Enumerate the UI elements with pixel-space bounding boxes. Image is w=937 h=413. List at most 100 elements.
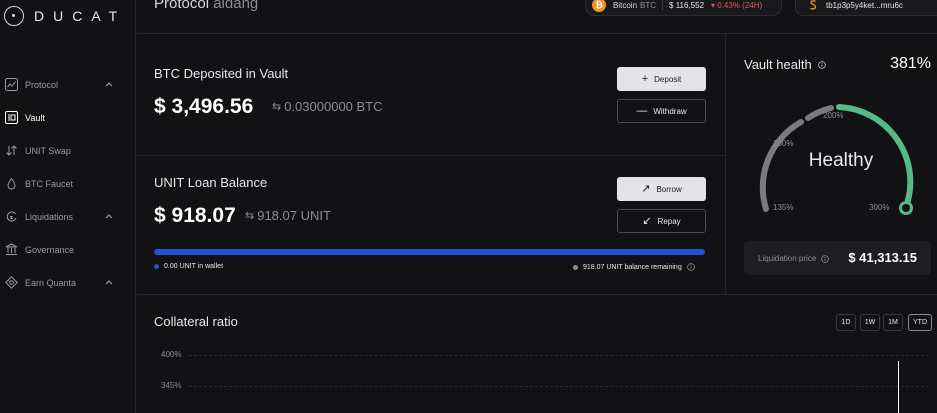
liquidation-label-text: Liquidation price: [758, 254, 817, 263]
repay-button[interactable]: ↙ Repay: [617, 209, 706, 233]
deposit-button[interactable]: + Deposit: [617, 67, 706, 91]
range-1m-button[interactable]: 1M: [883, 314, 903, 331]
sidebar-item-label: Vault: [25, 112, 45, 123]
gridline: [189, 386, 929, 387]
sidebar-item-label: Protocol: [25, 79, 59, 90]
health-gauge: 200% 160% 135% 300% Healthy: [759, 104, 914, 215]
vault-title: BTC Deposited in Vault: [154, 66, 289, 81]
vault-health-card: Vault health 381% 200% 160% 135% 300% He…: [725, 34, 937, 294]
sidebar-item-unit-swap[interactable]: UNIT Swap: [0, 134, 136, 167]
liquidations-icon: [4, 210, 18, 224]
loan-unit-value: ⇆ 918.07 UNIT: [245, 208, 331, 223]
wallet-legend: 0.00 UNIT in wallet: [154, 263, 223, 270]
sidebar-item-governance[interactable]: Governance: [0, 233, 136, 266]
plus-icon: +: [641, 73, 649, 85]
sidebar-item-label: Earn Quanta: [25, 277, 77, 288]
info-icon[interactable]: [817, 60, 826, 69]
vault-health-label: Vault health: [744, 57, 812, 72]
sidebar-item-label: BTC Faucet: [25, 178, 74, 189]
vault-health-title: Vault health: [744, 57, 826, 72]
ticker-symbol: BTC: [640, 0, 657, 10]
borrow-label: Borrow: [656, 184, 682, 194]
sidebar: DUCAT Protocol Vault UNIT Swap BTC Fauce…: [0, 0, 136, 413]
vault-icon: [4, 111, 18, 125]
gauge-label-300: 300%: [869, 203, 889, 212]
remaining-text: 918.07 UNIT balance remaining: [583, 263, 682, 271]
header: Protocol aidang ₿ Bitcoin BTC $ 116,552 …: [137, 0, 937, 22]
wallet-s-icon: [810, 0, 817, 10]
quanta-icon: [4, 276, 18, 290]
range-1w-button[interactable]: 1W: [860, 314, 880, 331]
y-tick-345: 345%: [161, 381, 182, 390]
withdraw-label: Withdraw: [653, 106, 687, 116]
gauge-label-200: 200%: [823, 111, 843, 120]
gauge-status: Healthy: [809, 150, 874, 171]
main-content: BTC Deposited in Vault $ 3,496.56 ⇆ 0.03…: [137, 33, 937, 413]
loan-unit-amount: 918.07 UNIT: [257, 208, 331, 223]
page-title: Protocol aidang: [154, 0, 258, 12]
vault-card: BTC Deposited in Vault $ 3,496.56 ⇆ 0.03…: [137, 34, 724, 156]
logo-text: DUCAT: [34, 8, 127, 24]
sidebar-item-liquidations[interactable]: Liquidations: [0, 200, 136, 233]
sidebar-item-vault[interactable]: Vault: [0, 101, 136, 134]
remaining-legend: 918.07 UNIT balance remaining: [573, 263, 695, 271]
sidebar-item-earn-quanta[interactable]: Earn Quanta: [0, 266, 136, 299]
wallet-address: tb1p3p5y4ket...mru6c: [826, 0, 903, 10]
ticker-price: $ 116,552: [669, 0, 705, 10]
sidebar-item-label: Governance: [25, 244, 75, 255]
collateral-ratio-card: Collateral ratio 1D 1W 1M YTD 400% 345%: [137, 294, 937, 413]
arrow-down-left-icon: ↙: [642, 215, 652, 227]
liquidation-label: Liquidation price: [758, 254, 830, 263]
info-icon[interactable]: [686, 263, 695, 271]
vault-usd-value: $ 3,496.56: [154, 95, 254, 118]
chevron-up-icon[interactable]: [104, 211, 114, 221]
logo-mark: [4, 6, 24, 26]
sidebar-item-label: UNIT Swap: [25, 145, 71, 156]
swap-arrows-icon: ⇆: [245, 210, 255, 222]
chart-icon: [4, 78, 18, 92]
collateral-ratio-title: Collateral ratio: [154, 314, 238, 329]
withdraw-button[interactable]: — Withdraw: [617, 99, 706, 123]
info-icon[interactable]: [821, 254, 830, 263]
ticker-name: Bitcoin: [613, 0, 638, 10]
chart-cursor-line: [898, 361, 899, 413]
loan-progress-bar: [154, 249, 705, 255]
liquidation-price-value: $ 41,313.15: [848, 250, 917, 265]
range-ytd-button[interactable]: YTD: [908, 314, 932, 331]
loan-title: UNIT Loan Balance: [154, 175, 268, 190]
vault-btc-amount: 0.03000000 BTC: [284, 99, 383, 114]
wallet-button[interactable]: tb1p3p5y4ket...mru6c: [795, 0, 937, 16]
page-title-main: Protocol: [154, 0, 210, 12]
app: DUCAT Protocol Vault UNIT Swap BTC Fauce…: [0, 0, 937, 413]
sidebar-item-label: Liquidations: [25, 211, 74, 222]
gauge-track-arc: [759, 119, 804, 212]
vault-btc-value: ⇆ 0.03000000 BTC: [272, 99, 383, 114]
governance-icon: [4, 243, 18, 257]
repay-label: Repay: [657, 216, 681, 226]
borrow-button[interactable]: ↗ Borrow: [617, 177, 706, 201]
gauge-label-135: 135%: [773, 203, 793, 212]
loan-card: UNIT Loan Balance $ 918.07 ⇆ 918.07 UNIT…: [137, 156, 724, 294]
liquidation-price-box: Liquidation price $ 41,313.15: [744, 241, 931, 275]
ticker-change: ▾ 0.43% (24H): [711, 0, 763, 10]
deposit-label: Deposit: [654, 74, 682, 84]
price-ticker[interactable]: ₿ Bitcoin BTC $ 116,552 ▾ 0.43% (24H): [585, 0, 782, 16]
logo[interactable]: DUCAT: [4, 6, 126, 26]
arrow-up-right-icon: ↗: [641, 183, 651, 195]
range-1d-button[interactable]: 1D: [836, 314, 856, 331]
swap-arrows-icon: ⇆: [272, 101, 282, 113]
chevron-up-icon[interactable]: [104, 277, 114, 287]
chevron-up-icon[interactable]: [104, 79, 114, 89]
y-tick-400: 400%: [161, 350, 182, 359]
loan-usd-value: $ 918.07: [154, 204, 236, 227]
page-title-sub: aidang: [213, 0, 259, 12]
bitcoin-icon: ₿: [592, 0, 606, 12]
blue-dot: [154, 264, 159, 269]
gray-dot: [573, 264, 578, 270]
sidebar-nav: Protocol Vault UNIT Swap BTC Faucet Liqu…: [0, 68, 136, 299]
ticker-divider: [662, 0, 664, 11]
in-wallet-text: 0.00 UNIT in wallet: [164, 263, 224, 270]
sidebar-item-btc-faucet[interactable]: BTC Faucet: [0, 167, 136, 200]
sidebar-item-protocol[interactable]: Protocol: [0, 68, 136, 101]
gauge-marker: [899, 201, 913, 215]
